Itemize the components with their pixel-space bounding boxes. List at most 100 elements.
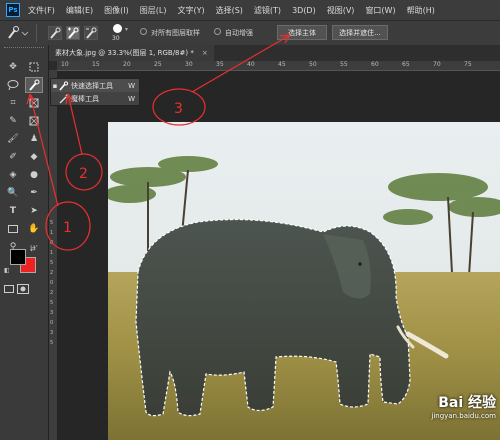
hand-icon: ✋ xyxy=(28,224,40,234)
foreground-color-swatch[interactable] xyxy=(10,249,26,265)
blur-tool[interactable]: ● xyxy=(25,167,43,183)
menu-help[interactable]: 帮助(H) xyxy=(407,5,435,16)
bucket-icon: ◈ xyxy=(9,170,17,180)
document-tab-title: 素材大象.jpg @ 33.3%(图层 1, RGB/8#) * xyxy=(55,49,194,57)
move-icon: ✥ xyxy=(9,62,17,72)
sample-all-layers-checkbox[interactable] xyxy=(140,28,147,35)
flyout-item-magic-wand[interactable]: 魔棒工具 W xyxy=(51,92,139,105)
selection-marquee xyxy=(135,218,411,417)
flyout-item-label: 快速选择工具 xyxy=(71,81,113,90)
menu-window[interactable]: 窗口(W) xyxy=(365,5,395,16)
quick-mask-button[interactable] xyxy=(14,281,32,297)
flyout-item-quick-select[interactable]: ▪ 快速选择工具 W xyxy=(51,79,139,92)
path-select-icon: ➤ xyxy=(30,206,38,216)
brush-new-icon xyxy=(50,27,61,39)
marquee-tool[interactable] xyxy=(25,59,43,75)
panel-grip xyxy=(4,47,44,51)
menu-select[interactable]: 选择(S) xyxy=(216,5,243,16)
flyout-item-label: 魔棒工具 xyxy=(71,94,99,103)
auto-enhance-checkbox[interactable] xyxy=(214,28,221,35)
ruler-tick-label: 0 xyxy=(50,320,54,326)
swap-icon[interactable]: ⇄ xyxy=(30,245,36,253)
document-tabs: 素材大象.jpg @ 33.3%(图层 1, RGB/8#) * × xyxy=(49,45,500,61)
menu-3d[interactable]: 3D(D) xyxy=(292,6,316,15)
crop-icon: ⌗ xyxy=(10,98,16,108)
flyout-item-shortcut: W xyxy=(128,94,135,103)
brush-icon: 🖌 xyxy=(7,134,19,144)
blur-icon: ● xyxy=(30,170,38,180)
watermark-url: jingyan.baidu.com xyxy=(431,412,496,420)
menu-type[interactable]: 文字(Y) xyxy=(177,5,204,16)
tool-preset-picker[interactable] xyxy=(6,25,29,41)
type-icon: T xyxy=(9,206,17,216)
tools-panel: ✥ ⌗ ✎ 🖌 ♟ ✐ ◆ ◈ ● 🔍 ✒ T ➤ ✋ ⚲ ··· ⇄ ◧ xyxy=(0,45,49,440)
menu-view[interactable]: 视图(V) xyxy=(327,5,355,16)
brush-tip-icon xyxy=(113,24,122,33)
pen-tool[interactable]: ✒ xyxy=(25,185,43,201)
flyout-item-shortcut: W xyxy=(128,81,135,90)
ruler-horizontal: 10 15 20 25 30 35 40 45 50 55 60 65 70 75 xyxy=(57,61,500,71)
bucket-tool[interactable]: ◈ xyxy=(4,167,22,183)
frame-tool[interactable] xyxy=(25,95,43,111)
ruler-tick-label: 1 xyxy=(50,250,54,256)
menu-layer[interactable]: 图层(L) xyxy=(140,5,167,16)
type-tool[interactable]: T xyxy=(4,203,22,219)
screen-mode-button[interactable] xyxy=(4,281,14,297)
divider xyxy=(36,24,37,42)
rectangle-tool[interactable] xyxy=(4,221,22,237)
ruler-tick-label: 0 xyxy=(50,240,54,246)
brush-size-picker[interactable]: 30 ▾ xyxy=(108,23,128,43)
select-and-mask-button[interactable]: 选择并遮住... xyxy=(332,25,388,40)
eyedropper-icon: ✎ xyxy=(9,116,17,126)
document-tab[interactable]: 素材大象.jpg @ 33.3%(图层 1, RGB/8#) * × xyxy=(49,45,214,61)
magic-wand-icon xyxy=(59,93,69,103)
brush-tool[interactable]: 🖌 xyxy=(4,131,22,147)
brush-size-value: 30 xyxy=(112,35,120,42)
ruler-tick-label: 0 xyxy=(50,280,54,286)
menu-edit[interactable]: 编辑(E) xyxy=(66,5,93,16)
eyedropper-tool[interactable]: ✎ xyxy=(4,113,22,129)
quick-select-icon xyxy=(59,80,69,91)
brush-subtract-icon xyxy=(86,27,97,39)
quick-select-icon xyxy=(8,26,29,39)
quickmask-icon xyxy=(17,284,29,294)
eraser-tool[interactable]: ◆ xyxy=(25,149,43,165)
ruler-tick-label: 65 xyxy=(402,61,410,68)
options-bar: 30 ▾ 对所有图层取样 自动增强 选择主体 选择并遮住... xyxy=(0,20,500,46)
dodge-tool[interactable]: 🔍 xyxy=(4,185,22,201)
frame-tool-2[interactable] xyxy=(25,113,43,129)
ruler-tick-label: 2 xyxy=(50,290,54,296)
path-select-tool[interactable]: ➤ xyxy=(25,203,43,219)
select-subject-button[interactable]: 选择主体 xyxy=(277,25,327,40)
menu-filter[interactable]: 滤镜(T) xyxy=(254,5,281,16)
new-selection-button[interactable] xyxy=(48,26,62,40)
menu-file[interactable]: 文件(F) xyxy=(28,5,55,16)
stamp-tool[interactable]: ♟ xyxy=(25,131,43,147)
ruler-tick-label: 5 xyxy=(50,220,54,226)
ruler-tick-label: 1 xyxy=(50,230,54,236)
ruler-tick-label: 30 xyxy=(185,61,193,68)
ruler-tick-label: 15 xyxy=(92,61,100,68)
menu-image[interactable]: 图像(I) xyxy=(104,5,129,16)
ruler-tick-label: 50 xyxy=(309,61,317,68)
close-icon[interactable]: × xyxy=(202,49,208,57)
default-colors-icon[interactable]: ◧ xyxy=(4,267,10,274)
photoshop-logo: Ps xyxy=(6,3,20,17)
lasso-tool[interactable] xyxy=(4,77,22,93)
brush-add-icon xyxy=(68,27,79,39)
ruler-tick-label: 10 xyxy=(61,61,69,68)
watermark-main: Bai 经验 xyxy=(438,395,496,411)
add-to-selection-button[interactable] xyxy=(66,26,80,40)
ruler-tick-label: 40 xyxy=(247,61,255,68)
subtract-from-selection-button[interactable] xyxy=(84,26,98,40)
crop-tool[interactable]: ⌗ xyxy=(4,95,22,111)
active-dot-icon: ▪ xyxy=(52,81,58,90)
quick-select-tool[interactable] xyxy=(25,77,43,93)
ruler-tick-label: 75 xyxy=(464,61,472,68)
hand-tool[interactable]: ✋ xyxy=(25,221,43,237)
move-tool[interactable]: ✥ xyxy=(4,59,22,75)
dodge-icon: 🔍 xyxy=(7,188,19,198)
history-brush-tool[interactable]: ✐ xyxy=(4,149,22,165)
eraser-icon: ◆ xyxy=(30,152,38,162)
stamp-icon: ♟ xyxy=(29,134,39,144)
